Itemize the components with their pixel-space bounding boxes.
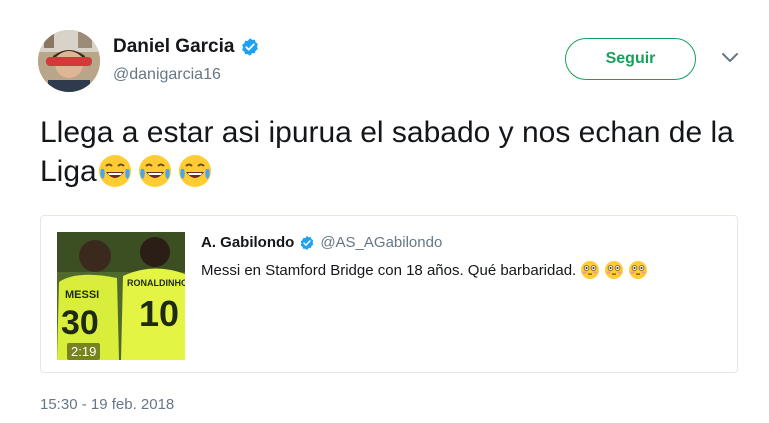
quoted-tweet-text: Messi en Stamford Bridge con 18 años. Qu…: [201, 261, 577, 279]
quoted-author-handle[interactable]: @AS_AGabilondo: [320, 234, 442, 251]
chevron-down-icon[interactable]: [721, 52, 739, 64]
tweet-body: Llega a estar asi ipurua el sabado y nos…: [40, 113, 750, 191]
quoted-tweet-card[interactable]: MESSI 30 RONALDINHO 10 2:19 A. Gabilondo…: [40, 215, 738, 373]
author-avatar[interactable]: [38, 30, 100, 92]
video-thumbnail[interactable]: MESSI 30 RONALDINHO 10 2:19: [57, 232, 185, 360]
tweet-timestamp[interactable]: 15:30 - 19 feb. 2018: [40, 396, 174, 413]
video-duration: 2:19: [67, 343, 101, 360]
quoted-tweet-body: Messi en Stamford Bridge con 18 años. Qu…: [201, 260, 648, 280]
jersey-number-2: 10: [139, 293, 179, 334]
tweet-emojis: [97, 155, 217, 188]
verified-badge-icon: [242, 38, 259, 56]
follow-button[interactable]: Seguir: [565, 38, 696, 80]
quoted-author-name[interactable]: A. Gabilondo: [201, 234, 294, 251]
joy-emoji-icon: [178, 155, 211, 187]
joy-emoji-icon: [138, 155, 171, 187]
video-thumbnail-image: MESSI 30 RONALDINHO 10: [57, 232, 185, 360]
jersey-number-1: 30: [61, 304, 99, 342]
flushed-emoji-icon: [581, 261, 600, 279]
avatar-image: [38, 30, 100, 92]
author-name[interactable]: Daniel Garcia: [113, 36, 234, 58]
jersey-name-1: MESSI: [65, 289, 99, 301]
flushed-emoji-icon: [605, 261, 624, 279]
jersey-name-2: RONALDINHO: [127, 278, 185, 288]
flushed-emoji-icon: [629, 261, 648, 279]
author-name-row: Daniel Garcia: [113, 36, 260, 58]
quoted-author-row: A. Gabilondo @AS_AGabilondo: [201, 234, 442, 251]
verified-badge-icon: [301, 235, 314, 250]
joy-emoji-icon: [98, 155, 131, 187]
author-handle[interactable]: @danigarcia16: [113, 66, 221, 84]
